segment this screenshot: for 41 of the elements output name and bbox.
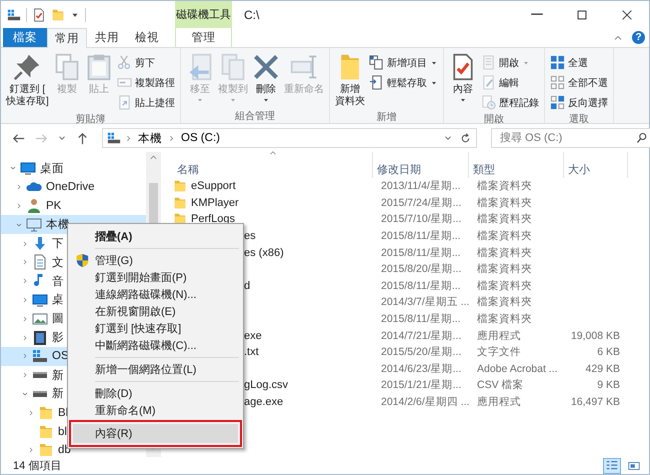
table-cell-text: 2014/7/21/星期... (380, 328, 462, 343)
table-cell-text: 2015/8/11/星期... (380, 229, 462, 244)
table-cell-text: 6 KB (596, 346, 621, 358)
item-count: 14 個項目 (13, 459, 62, 473)
group-label: 剪貼簿 (74, 112, 106, 126)
table-cell-text: 2014/6/23/星期... (380, 362, 462, 376)
table-cell-text: 2015/8/11/星期... (380, 278, 462, 293)
contextual-tab-header: 磁碟機工具 (175, 1, 232, 28)
group-label: 開啟 (482, 113, 505, 126)
table-cell-text: CSV 檔案 (476, 378, 525, 392)
table-cell-text: 2015/8/20/星期... (380, 262, 462, 276)
table-cell-text: 2013/11/4/星期... (380, 179, 462, 194)
table-cell-text: 檔案資料夾 (476, 278, 533, 293)
table-cell-text: 檔案資料夾 (476, 295, 533, 310)
table-cell-text: 9 KB (596, 379, 621, 392)
table-cell-text: 檔案資料夾 (476, 312, 533, 326)
table-cell-text: 429 KB (584, 362, 621, 375)
group-label: 新增 (375, 110, 398, 124)
table-cell-text: 2015/8/11/星期... (380, 312, 462, 326)
table-cell-text: 2015/5/20/星期... (380, 345, 462, 360)
table-cell-text: 19,008 KB (570, 330, 621, 342)
table-cell-text: 應用程式 (476, 328, 522, 343)
table-cell-text: 檔案資料夾 (476, 212, 533, 226)
table-cell-text: 2015/7/10/星期... (380, 212, 462, 226)
table-cell-text: 檔案資料夾 (476, 196, 533, 210)
table-cell-text: 檔案資料夾 (476, 262, 533, 276)
table-cell-text: 2015/1/21/星期... (380, 378, 462, 392)
table-cell-text: 文字文件 (476, 345, 522, 360)
table-cell-text: 應用程式 (476, 395, 522, 410)
table-cell-text: 2015/8/11/星期... (380, 246, 462, 260)
table-cell-text: Adobe Acrobat ... (476, 362, 559, 375)
table-cell-text: 16,497 KB (570, 396, 621, 408)
table-cell-text: 檔案資料夾 (476, 179, 533, 194)
table-cell-text: 2014/3/7/星期五 ... (380, 295, 469, 310)
group-label: 選取 (568, 113, 590, 126)
table-cell-text: 檔案資料夾 (476, 246, 533, 260)
table-cell-text: 2015/7/24/星期... (380, 196, 462, 210)
table-cell-text: 檔案資料夾 (476, 229, 533, 244)
table-cell-text: 2014/2/6/星期四 ... (380, 395, 469, 410)
group-label: 組合管理 (234, 110, 276, 123)
window-title: C:\ (244, 6, 260, 24)
